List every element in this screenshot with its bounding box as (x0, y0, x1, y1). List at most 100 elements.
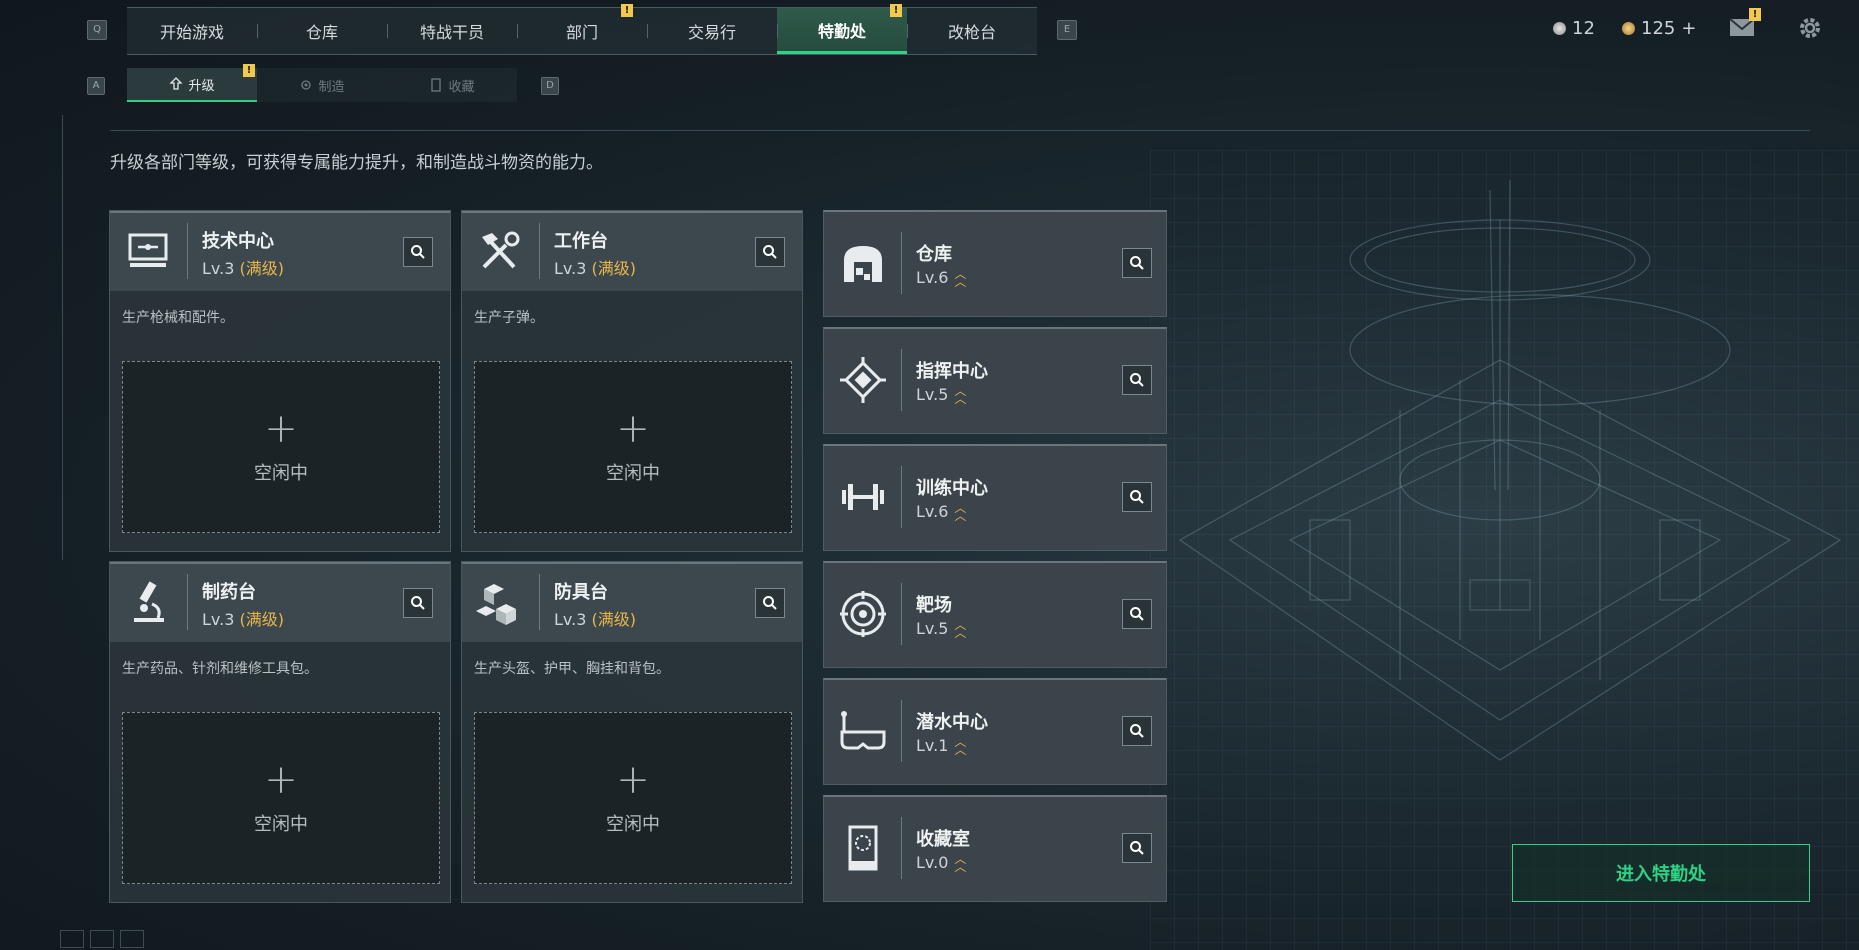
card-title: 防具台 (554, 582, 608, 603)
inspect-button[interactable] (1122, 248, 1152, 278)
inspect-button[interactable] (1122, 482, 1152, 512)
silver-currency: 12 (1553, 18, 1595, 39)
silver-coin-icon (1553, 22, 1566, 35)
department-level: Lv.6 ︿ ︿ (916, 266, 967, 289)
department-level: Lv.0 ︿ ︿ (916, 851, 967, 874)
level-text: Lv.5 (916, 619, 949, 638)
inspect-button[interactable] (755, 588, 785, 618)
target-icon (840, 591, 886, 637)
tab-warehouse[interactable]: 仓库 (257, 8, 387, 54)
department-item-warehouse[interactable]: 仓库 Lv.6 ︿ ︿ (823, 210, 1167, 317)
subtab-label: 制造 (318, 79, 345, 95)
nav-prev-key-q[interactable]: Q (87, 20, 107, 40)
department-item-diving-center[interactable]: 潜水中心 Lv.1 ︿ ︿ (823, 678, 1167, 785)
separator (901, 583, 902, 645)
subtab-craft[interactable]: 制造 (257, 68, 387, 102)
upgrade-chevron-icon: ︿ ︿ (954, 500, 967, 523)
tab-trading[interactable]: 交易行 (647, 8, 777, 54)
cubes-icon (476, 584, 516, 625)
production-slot[interactable]: + 空闲中 (474, 712, 792, 884)
card-description: 生产头盔、护甲、胸挂和背包。 (474, 661, 670, 677)
level-text: Lv.3 (202, 259, 235, 278)
slot-status: 空闲中 (254, 463, 308, 484)
display-case-icon (848, 825, 878, 871)
upgrade-chevron-icon: ︿ ︿ (954, 617, 967, 640)
tab-gunsmith[interactable]: 改枪台 (907, 8, 1037, 54)
subnav-prev-key-a[interactable]: A (87, 77, 105, 95)
enter-special-ops-button[interactable]: 进入特勤处 (1512, 844, 1810, 902)
subnav-next-key-d[interactable]: D (541, 77, 559, 95)
add-gold-button[interactable]: + (1681, 18, 1696, 39)
tab-special-ops[interactable]: 特勤处! (777, 4, 907, 54)
inspect-button[interactable] (1122, 365, 1152, 395)
tab-department[interactable]: 部门! (517, 4, 647, 54)
max-level-tag: (满级) (591, 610, 637, 629)
department-item-command-center[interactable]: 指挥中心 Lv.5 ︿ ︿ (823, 327, 1167, 434)
tab-label: 交易行 (687, 23, 736, 42)
inspect-button[interactable] (1122, 716, 1152, 746)
card-level: Lv.3 (满级) (202, 255, 284, 279)
alert-badge: ! (1749, 8, 1761, 21)
mail-button[interactable]: ! (1729, 8, 1761, 42)
level-text: Lv.6 (916, 268, 949, 287)
dumbbell-icon (842, 484, 884, 510)
search-icon (1130, 607, 1144, 621)
card-title: 制药台 (202, 582, 256, 603)
inspect-button[interactable] (403, 588, 433, 618)
inspect-button[interactable] (1122, 833, 1152, 863)
production-slot[interactable]: + 空闲中 (122, 712, 440, 884)
search-icon (411, 596, 425, 610)
max-level-tag: (满级) (239, 259, 285, 278)
subtab-label: 收藏 (448, 79, 475, 95)
subtab-collection[interactable]: 收藏 (387, 68, 517, 102)
separator (901, 700, 902, 762)
inspect-button[interactable] (403, 237, 433, 267)
upgrade-chevron-icon: ︿ ︿ (954, 851, 967, 874)
department-item-training-center[interactable]: 训练中心 Lv.6 ︿ ︿ (823, 444, 1167, 551)
department-title: 指挥中心 (916, 361, 988, 382)
subtab-upgrade[interactable]: 升级 ! (127, 64, 257, 102)
separator (901, 466, 902, 528)
production-slot[interactable]: + 空闲中 (474, 361, 792, 533)
subtab-label: 升级 (188, 78, 215, 94)
plus-icon: + (264, 757, 298, 803)
workshop-card-tech-center: 技术中心 Lv.3 (满级) 生产枪械和配件。 + 空闲中 (109, 210, 451, 552)
nav-next-key-e[interactable]: E (1057, 20, 1077, 40)
tab-start-game[interactable]: 开始游戏 (127, 8, 257, 54)
upgrade-chevron-icon: ︿ ︿ (954, 383, 967, 406)
department-level: Lv.5 ︿ ︿ (916, 617, 967, 640)
separator (187, 223, 188, 279)
card-description: 生产子弹。 (474, 310, 544, 326)
search-icon (1130, 490, 1144, 504)
card-title: 工作台 (554, 231, 608, 252)
search-icon (763, 245, 777, 259)
tab-operators[interactable]: 特战干员 (387, 8, 517, 54)
production-slot[interactable]: + 空闲中 (122, 361, 440, 533)
department-item-collection-room[interactable]: 收藏室 Lv.0 ︿ ︿ (823, 795, 1167, 902)
department-item-shooting-range[interactable]: 靶场 Lv.5 ︿ ︿ (823, 561, 1167, 668)
gear-icon (1800, 18, 1820, 38)
page-description: 升级各部门等级，可获得专属能力提升，和制造战斗物资的能力。 (110, 153, 603, 173)
level-text: Lv.3 (554, 610, 587, 629)
search-icon (1130, 724, 1144, 738)
plus-icon: + (616, 406, 650, 452)
upgrade-chevron-icon: ︿ ︿ (954, 734, 967, 757)
separator (539, 223, 540, 279)
department-level: Lv.5 ︿ ︿ (916, 383, 967, 406)
level-text: Lv.5 (916, 385, 949, 404)
inspect-button[interactable] (1122, 599, 1152, 629)
search-icon (1130, 256, 1144, 270)
card-title: 技术中心 (202, 231, 274, 252)
upgrade-chevron-icon: ︿ ︿ (954, 266, 967, 289)
max-level-tag: (满级) (591, 259, 637, 278)
department-title: 潜水中心 (916, 712, 988, 733)
inspect-button[interactable] (755, 237, 785, 267)
separator (901, 817, 902, 879)
card-header: 制药台 Lv.3 (满级) (110, 562, 450, 642)
search-icon (411, 245, 425, 259)
slot-status: 空闲中 (606, 463, 660, 484)
card-description: 生产药品、针剂和维修工具包。 (122, 661, 318, 677)
search-icon (1130, 373, 1144, 387)
main-nav: 开始游戏 仓库 特战干员 部门! 交易行 特勤处! 改枪台 (127, 4, 1037, 55)
settings-button[interactable] (1797, 15, 1823, 45)
